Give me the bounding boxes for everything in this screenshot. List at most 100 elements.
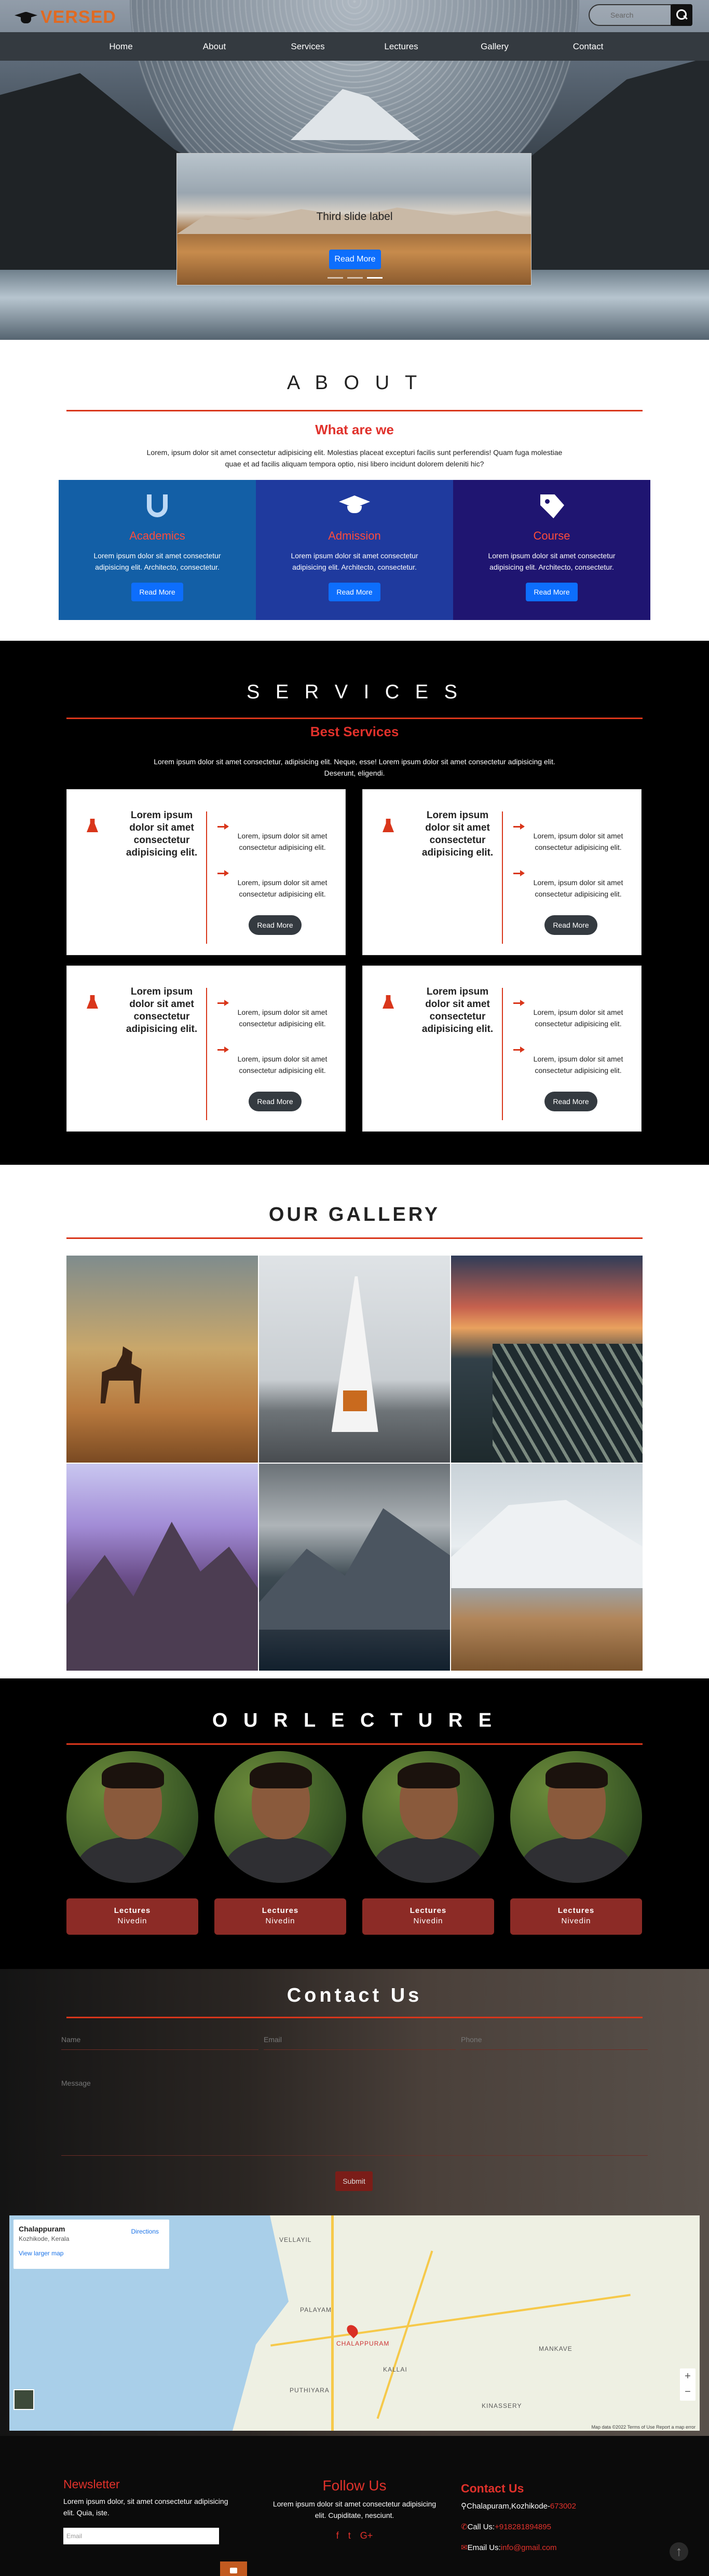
submit-button[interactable]: Submit (335, 2171, 373, 2191)
card-academics: Academics Lorem ipsum dolor sit amet con… (59, 480, 256, 620)
service-read-more-button[interactable]: Read More (544, 915, 597, 935)
gallery-image-church[interactable] (258, 1256, 451, 1463)
contact-title: Contact Us (287, 1985, 422, 2006)
photo-body (77, 1837, 188, 1883)
service-read-more-button[interactable]: Read More (249, 1092, 302, 1111)
card-text: Lorem ipsum dolor sit amet consectetur a… (291, 552, 418, 571)
map-label: PUTHIYARA (290, 2387, 330, 2394)
carousel-indicator-1[interactable] (328, 277, 343, 279)
carousel-indicator-3[interactable] (367, 277, 383, 279)
gallery-image-coast[interactable] (451, 1256, 643, 1463)
about-section: A B O U T What are we Lorem, ipsum dolor… (0, 340, 709, 641)
nav-gallery[interactable]: Gallery (448, 32, 541, 61)
admission-read-more-button[interactable]: Read More (329, 583, 380, 601)
nav-services[interactable]: Services (261, 32, 354, 61)
map-satellite-toggle[interactable] (13, 2389, 34, 2410)
lecturer-photo (66, 1751, 198, 1883)
name-input[interactable]: Name (61, 2029, 258, 2050)
service-heading: Lorem ipsum dolor sit amet consectetur a… (126, 986, 198, 1035)
view-larger-map-link[interactable]: View larger map (19, 2250, 164, 2257)
carousel-read-more-button[interactable]: Read More (329, 250, 381, 269)
google-map[interactable]: CHALAPPURAM KALLAI PALAYAM PUTHIYARA VEL… (9, 2215, 700, 2431)
service-read-more-button[interactable]: Read More (544, 1092, 597, 1111)
divider (502, 988, 503, 1120)
phone-input[interactable]: Phone (461, 2029, 648, 2050)
facebook-icon[interactable]: f (336, 2530, 339, 2541)
flask-icon (383, 819, 394, 832)
service-line: Lorem, ipsum dolor sit amet consectetur … (237, 1055, 328, 1075)
zoom-in-button[interactable]: + (680, 2368, 696, 2384)
gallery-title: OUR GALLERY (268, 1204, 441, 1225)
scroll-to-top-button[interactable]: ↑ (670, 2542, 688, 2561)
arrow-right-icon (217, 1000, 229, 1006)
message-textarea[interactable]: Message (61, 2078, 648, 2156)
lecture-title: O U R L E C T U R E (212, 1710, 497, 1731)
map-land (233, 2215, 700, 2431)
card-title: Academics (129, 529, 185, 542)
lecturer-card[interactable]: Lectures Nivedin (214, 1751, 346, 1935)
logo-text: VERSED (40, 7, 116, 27)
email-label: Email Us: (467, 2543, 501, 2552)
search-input[interactable]: Search (589, 4, 672, 26)
academics-read-more-button[interactable]: Read More (131, 583, 183, 601)
lecturer-card[interactable]: Lectures Nivedin (362, 1751, 494, 1935)
about-text: Lorem, ipsum dolor sit amet consectetur … (146, 448, 563, 468)
nav-home[interactable]: Home (74, 32, 168, 61)
gallery-image-purple-peaks[interactable] (66, 1464, 258, 1671)
main-nav: Home About Services Lectures Gallery Con… (0, 32, 709, 61)
tag-icon (540, 494, 564, 518)
graduation-cap-icon (13, 10, 38, 25)
phone-link[interactable]: +918281894895 (495, 2523, 551, 2531)
lecturer-photo (362, 1751, 494, 1883)
lecturer-name: Nivedin (561, 1917, 591, 1925)
lecturer-card[interactable]: Lectures Nivedin (66, 1751, 198, 1935)
card-text: Lorem ipsum dolor sit amet consectetur a… (488, 552, 616, 571)
lecturer-card[interactable]: Lectures Nivedin (510, 1751, 642, 1935)
gallery-image-horse[interactable] (66, 1256, 258, 1463)
contact-section: Contact Us Name Email Phone Message Subm… (0, 1969, 709, 2436)
service-read-more-button[interactable]: Read More (249, 915, 302, 935)
nav-about[interactable]: About (168, 32, 261, 61)
gallery-image-snowy-horses[interactable] (451, 1464, 643, 1671)
newsletter-text: Lorem ipsum dolor, sit amet consectetur … (63, 2497, 228, 2517)
map-label: MANKAVE (539, 2345, 572, 2352)
address-text: Chalapuram,Kozhikode- (467, 2502, 550, 2511)
nav-contact[interactable]: Contact (541, 32, 635, 61)
gallery-image-lake-mountain[interactable] (258, 1464, 451, 1671)
map-label: VELLAYIL (279, 2236, 312, 2243)
twitter-icon[interactable]: t (348, 2530, 351, 2541)
course-read-more-button[interactable]: Read More (526, 583, 578, 601)
lecturer-label: Lectures Nivedin (362, 1898, 494, 1935)
email-link[interactable]: info@gmail.com (501, 2543, 557, 2552)
service-card: Lorem ipsum dolor sit amet consectetur a… (66, 966, 346, 1132)
footer-address: ⚲Chalapuram,Kozhikode-673002 (461, 2500, 637, 2513)
carousel[interactable]: Third slide label Read More (176, 153, 531, 285)
google-plus-icon[interactable]: G+ (360, 2530, 373, 2541)
carousel-indicator-2[interactable] (347, 277, 363, 279)
directions-link[interactable]: Directions (131, 2228, 159, 2235)
logo[interactable]: VERSED (13, 7, 116, 27)
services-title: S E R V I C E S (246, 681, 463, 703)
search-button[interactable] (671, 4, 692, 26)
follow-block: Follow Us Lorem ipsum dolor sit amet con… (266, 2477, 443, 2541)
service-heading: Lorem ipsum dolor sit amet consectetur a… (421, 810, 494, 858)
email-input[interactable]: Email (264, 2029, 456, 2050)
map-label: KINASSERY (482, 2402, 522, 2409)
nav-lectures[interactable]: Lectures (354, 32, 448, 61)
card-text: Lorem ipsum dolor sit amet consectetur a… (93, 552, 221, 571)
arrow-right-icon (513, 1000, 525, 1006)
map-label: CHALAPPURAM (336, 2340, 390, 2347)
photo-hair (398, 1762, 460, 1788)
newsletter-block: Newsletter Lorem ipsum dolor, sit amet c… (63, 2477, 247, 2576)
phone-icon: ✆ (461, 2523, 468, 2531)
zoom-out-button[interactable]: − (680, 2384, 696, 2400)
about-subtitle: What are we (315, 422, 394, 437)
pin-code: 673002 (550, 2502, 576, 2511)
card-title: Admission (328, 529, 381, 542)
newsletter-title: Newsletter (63, 2477, 120, 2491)
newsletter-email-input[interactable]: Email (63, 2528, 219, 2544)
lecturer-label: Lectures Nivedin (214, 1898, 346, 1935)
arrow-right-icon (513, 1046, 525, 1053)
gallery-grid (66, 1256, 643, 1671)
newsletter-submit-button[interactable] (220, 2561, 247, 2576)
